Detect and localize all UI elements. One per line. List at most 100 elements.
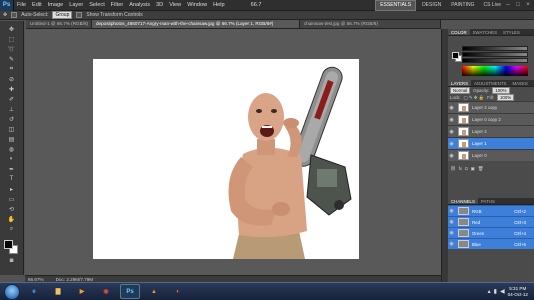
auto-select-checkbox[interactable]: [11, 12, 18, 18]
network-icon[interactable]: ▮: [494, 288, 497, 295]
menu-window[interactable]: Window: [184, 0, 210, 11]
doc-tab-chainsaw-test[interactable]: chainsaw-test.jpg @ 66.7% (RGB/8): [300, 20, 441, 28]
auto-select-dropdown[interactable]: Group: [52, 11, 73, 19]
channel-row[interactable]: ◉ Green Ctrl+4: [448, 227, 534, 238]
3d-rotate-tool-icon[interactable]: ⟲: [3, 205, 21, 213]
menu-layer[interactable]: Layer: [66, 0, 86, 11]
taskbar-chrome-icon[interactable]: ◉: [96, 284, 116, 299]
menu-file[interactable]: File: [14, 0, 29, 11]
zoom-level[interactable]: 66.7: [248, 0, 265, 11]
taskbar-photoshop-icon[interactable]: Ps: [120, 284, 140, 299]
channel-row[interactable]: ◉ Red Ctrl+3: [448, 216, 534, 227]
eye-icon[interactable]: ◉: [448, 219, 455, 225]
menu-edit[interactable]: Edit: [29, 0, 45, 11]
eraser-tool-icon[interactable]: ◫: [3, 125, 21, 133]
status-zoom[interactable]: 66.67%: [28, 277, 44, 282]
eye-icon[interactable]: ◉: [448, 241, 455, 247]
pen-tool-icon[interactable]: ✒: [3, 165, 21, 173]
path-selection-tool-icon[interactable]: ▸: [3, 185, 21, 193]
workspace-design[interactable]: DESIGN: [418, 1, 445, 10]
eyedropper-tool-icon[interactable]: ⊘: [3, 75, 21, 83]
minimize-icon[interactable]: –: [504, 1, 512, 9]
start-button[interactable]: [4, 283, 20, 300]
fill-field[interactable]: 100%: [496, 94, 515, 101]
eye-icon[interactable]: ◉: [448, 153, 455, 159]
blend-mode-dropdown[interactable]: Normal: [450, 87, 471, 94]
tab-masks[interactable]: MASKS: [509, 80, 530, 86]
hand-tool-icon[interactable]: ✋: [3, 215, 21, 223]
color-fg-swatch[interactable]: [452, 52, 459, 59]
taskbar-firefox-icon[interactable]: ◐: [168, 284, 188, 299]
brush-tool-icon[interactable]: ✐: [3, 95, 21, 103]
crop-tool-icon[interactable]: ⌗: [3, 65, 21, 73]
workspace-painting[interactable]: PAINTING: [447, 1, 478, 10]
link-layers-icon[interactable]: ⛓: [450, 166, 456, 172]
menu-help[interactable]: Help: [210, 0, 228, 11]
eye-icon[interactable]: ◉: [448, 105, 455, 111]
document-canvas[interactable]: [93, 59, 359, 259]
maximize-icon[interactable]: □: [514, 1, 522, 9]
add-mask-icon[interactable]: ◘: [465, 166, 468, 171]
menu-image[interactable]: Image: [45, 0, 67, 11]
color-sliders[interactable]: [462, 46, 528, 64]
tab-paths[interactable]: PATHS: [478, 198, 498, 204]
eye-icon[interactable]: ◉: [448, 141, 455, 147]
slider-g[interactable]: [462, 52, 528, 57]
close-icon[interactable]: ×: [524, 1, 532, 9]
eye-icon[interactable]: ◉: [448, 208, 455, 214]
layer-row-selected[interactable]: ◉ Layer 1: [448, 137, 534, 149]
cs-live-button[interactable]: CS Live: [483, 2, 501, 8]
volume-icon[interactable]: ◀: [500, 288, 505, 295]
new-layer-icon[interactable]: ▣: [471, 166, 475, 172]
layer-row[interactable]: ◉ Layer 0 copy 2: [448, 113, 534, 125]
menu-3d[interactable]: 3D: [153, 0, 166, 11]
lasso-tool-icon[interactable]: ➰: [3, 45, 21, 53]
taskbar-media-player-icon[interactable]: ▶: [72, 284, 92, 299]
dodge-tool-icon[interactable]: ◐: [3, 155, 21, 163]
tab-styles[interactable]: STYLES: [500, 29, 523, 35]
zoom-tool-icon[interactable]: ⌕: [3, 225, 21, 233]
tab-color[interactable]: COLOR: [448, 29, 470, 35]
menu-filter[interactable]: Filter: [108, 0, 126, 11]
doc-tab-untitled[interactable]: Untitled-1 @ 66.7% (RGB/8): [26, 20, 92, 28]
clone-stamp-tool-icon[interactable]: ⊥: [3, 105, 21, 113]
slider-r[interactable]: [462, 46, 528, 51]
fx-icon[interactable]: fx: [459, 166, 462, 171]
marquee-tool-icon[interactable]: ⬚: [3, 35, 21, 43]
channel-row[interactable]: ◉ Blue Ctrl+5: [448, 238, 534, 249]
lock-icons[interactable]: ▢ ✎ ✥ 🔒: [464, 95, 485, 101]
canvas-area[interactable]: [25, 29, 441, 275]
menu-view[interactable]: View: [166, 0, 184, 11]
menu-analysis[interactable]: Analysis: [126, 0, 153, 11]
move-tool-icon[interactable]: ✥: [3, 25, 21, 33]
type-tool-icon[interactable]: T: [3, 175, 21, 183]
taskbar-explorer-icon[interactable]: ▇: [48, 284, 68, 299]
opacity-field[interactable]: 100%: [492, 87, 510, 94]
eye-icon[interactable]: ◉: [448, 230, 455, 236]
eye-icon[interactable]: ◉: [448, 117, 455, 123]
eye-icon[interactable]: ◉: [448, 129, 455, 135]
doc-tab-active[interactable]: depositphotos_4860717-Angry-man-with-the…: [92, 20, 300, 28]
panel-dock-strip[interactable]: [441, 29, 448, 282]
tab-channels[interactable]: CHANNELS: [448, 198, 478, 204]
tab-swatches[interactable]: SWATCHES: [470, 29, 500, 35]
quick-mask-icon[interactable]: ◙: [3, 257, 21, 265]
gradient-tool-icon[interactable]: ▤: [3, 135, 21, 143]
taskbar-ie-icon[interactable]: e: [24, 284, 44, 299]
layer-row[interactable]: ◉ Layer 2 copy: [448, 101, 534, 113]
tab-adjustments[interactable]: ADJUSTMENTS: [471, 80, 509, 86]
tab-layers[interactable]: LAYERS: [448, 80, 472, 86]
transform-controls-checkbox[interactable]: [76, 12, 83, 18]
slider-b[interactable]: [462, 58, 528, 63]
taskbar-vlc-icon[interactable]: ▲: [144, 284, 164, 299]
tray-arrow-icon[interactable]: ▴: [488, 288, 491, 295]
channel-row[interactable]: ◉ RGB Ctrl+2: [448, 205, 534, 216]
shape-tool-icon[interactable]: ▭: [3, 195, 21, 203]
color-swatches[interactable]: [3, 239, 21, 255]
history-brush-tool-icon[interactable]: ↺: [3, 115, 21, 123]
taskbar-clock[interactable]: 5:31 PM 04-Oct-12: [508, 286, 528, 298]
foreground-color-swatch[interactable]: [3, 240, 13, 249]
menu-select[interactable]: Select: [86, 0, 108, 11]
layer-row[interactable]: ◉ Layer 0: [448, 149, 534, 161]
delete-layer-icon[interactable]: 🗑: [478, 166, 484, 172]
